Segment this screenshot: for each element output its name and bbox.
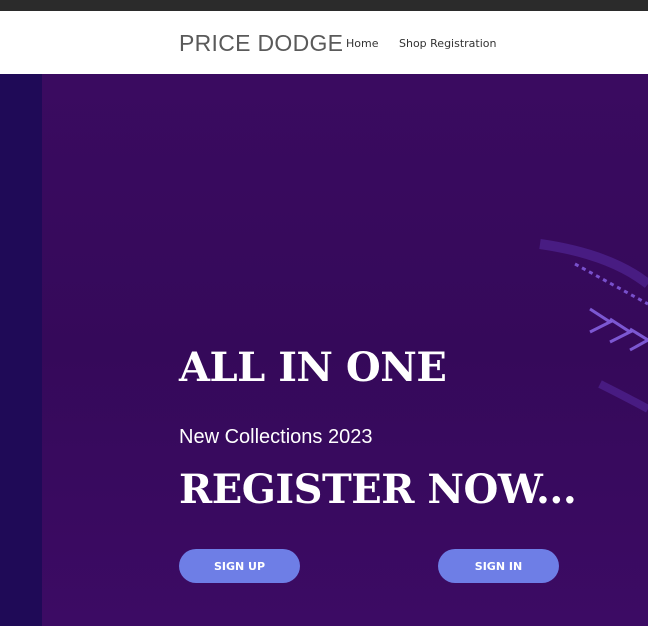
nav-link-home[interactable]: Home [346,37,378,50]
hero-heading: ALL IN ONE [179,344,447,391]
sign-up-button[interactable]: SIGN UP [179,549,300,583]
sign-in-button[interactable]: SIGN IN [438,549,559,583]
decorative-graphic [539,239,648,413]
hero-left-strip [0,74,42,626]
nav-link-shop-registration[interactable]: Shop Registration [399,37,497,50]
hero-cta-text: REGISTER NOW... [179,466,577,513]
hero-subheading: New Collections 2023 [179,426,373,448]
hero-banner: ALL IN ONE New Collections 2023 REGISTER… [0,74,648,626]
brand-logo[interactable]: PRICE DODGE [179,30,343,57]
navbar: PRICE DODGE Home Shop Registration [0,11,648,74]
top-bar [0,0,648,11]
